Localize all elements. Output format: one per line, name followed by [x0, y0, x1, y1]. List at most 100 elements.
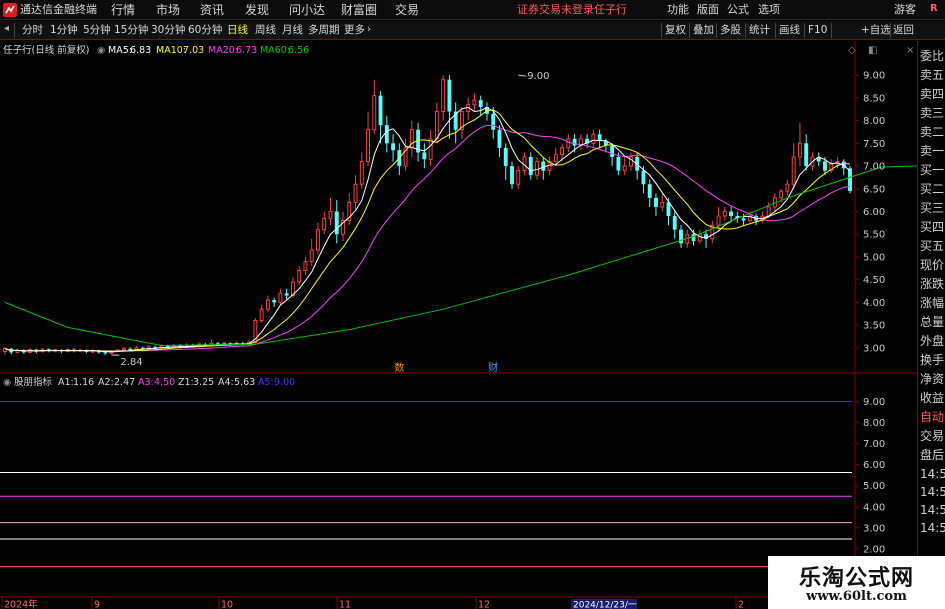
period-toolbar: ◂ 分时 1分钟 5分钟 15分钟 30分钟 60分钟 日线 周线 月线 多周期… [0, 21, 945, 40]
add-favorite-button[interactable]: +自选 [861, 24, 891, 37]
r-badge: R [930, 3, 938, 14]
more-chevron-icon[interactable]: › [367, 24, 371, 35]
price-tick-label: 5.00 [863, 252, 885, 263]
quote-field-label: 自动 [920, 410, 945, 424]
menu-item-news[interactable]: 资讯 [200, 3, 224, 17]
time-tick-label: 11 [339, 600, 351, 609]
close-icon[interactable]: × [906, 45, 914, 56]
guest-user[interactable]: 游客 [894, 3, 916, 17]
event-marker[interactable]: 财 [488, 361, 498, 374]
period-tab-weekly[interactable]: 周线 [255, 24, 276, 37]
legend-collapse-icon[interactable]: ◉ [97, 45, 105, 56]
time-tick-label: 9 [94, 600, 100, 609]
candle-body-down [128, 348, 133, 351]
a4-label: A4: [218, 377, 234, 388]
candle-body-down [741, 218, 746, 221]
candle-body-up [265, 299, 270, 310]
period-tab-1min[interactable]: 1分钟 [50, 24, 78, 37]
quote-field-label: 涨幅 [920, 296, 945, 310]
price-tick-label: 7.50 [863, 139, 885, 150]
candle-body-down [647, 184, 652, 198]
adjust-button[interactable]: 复权 [665, 24, 686, 37]
quote-field-label: 买一 [920, 163, 945, 177]
quote-field-label: 现价 [920, 258, 945, 272]
back-arrow-icon[interactable]: ◂ [4, 23, 9, 34]
period-tab-daily[interactable]: 日线 [227, 24, 248, 37]
candle-body-up [322, 217, 327, 231]
time-tick-label: 10 [221, 600, 233, 609]
candle-body-up [278, 292, 283, 303]
indicator-collapse-icon[interactable]: ◉ [3, 377, 11, 388]
candle-body-down [422, 152, 427, 160]
candle-body-up [303, 260, 308, 272]
candle-body-up [697, 233, 702, 242]
candle-body-down [610, 145, 615, 157]
menu-item-wealth-circle[interactable]: 财富圈 [341, 3, 377, 17]
indicator-tick-label: 7.00 [863, 439, 885, 450]
cursor-date-label: 2024/12/23/一 [573, 601, 637, 609]
candle-body-down [848, 168, 852, 192]
menu-item-discover[interactable]: 发现 [245, 3, 269, 17]
candle-body-down [654, 197, 658, 207]
candle-body-up [372, 95, 377, 131]
a5-value: 9.00 [274, 377, 295, 388]
candle-body-down [616, 156, 621, 171]
z1-value: 3.25 [193, 377, 214, 388]
menu-item-trade[interactable]: 交易 [395, 3, 419, 17]
candle-body-up [535, 161, 539, 176]
candle-body-up [428, 138, 433, 160]
candle-body-down [503, 147, 508, 167]
stats-button[interactable]: 统计 [749, 24, 770, 37]
menu-function[interactable]: 功能 [667, 3, 689, 17]
period-tab-15min[interactable]: 15分钟 [114, 24, 148, 37]
quote-field-label: 14:56 [920, 467, 945, 481]
candle-body-down [572, 138, 577, 146]
kline-chart[interactable]: 任子行(日线 前复权) ◉ MA5: 6.83 MA10: 7.03 MA20:… [0, 41, 917, 609]
candle-body-up [591, 133, 596, 144]
settings-diamond-icon[interactable]: ◇ [848, 45, 856, 56]
trade-login-status[interactable]: 证券交易未登录 [517, 3, 594, 17]
indicator-tick-label: 6.00 [863, 460, 885, 471]
candle-body-up [797, 142, 802, 158]
candle-body-down [672, 216, 677, 230]
quote-field-label: 买三 [920, 201, 945, 215]
menu-formula[interactable]: 公式 [727, 3, 749, 17]
quote-side-panel: 委比 卖五 卖四 卖三 卖二 卖一 买一 买二 买三 买四 买五 现价 涨跌 涨幅 总量 外盘 换手 净资 收益 自动… [917, 41, 945, 609]
candle-body-down [384, 125, 389, 144]
pin-icon[interactable]: ◧ [868, 45, 877, 56]
period-tab-monthly[interactable]: 月线 [282, 24, 303, 37]
period-tab-multi[interactable]: 多周期 [308, 24, 340, 37]
candle-body-down [272, 300, 277, 303]
candle-body-up [722, 211, 727, 217]
event-marker[interactable]: 数 [394, 361, 404, 374]
period-tab-60min[interactable]: 60分钟 [188, 24, 222, 37]
stock-name-title: 任子行 [594, 3, 627, 16]
draw-line-button[interactable]: 画线 [779, 24, 800, 37]
candle-body-up [366, 129, 370, 163]
candle-body-up [716, 215, 721, 226]
multi-stock-button[interactable]: 多股 [720, 24, 741, 37]
return-button[interactable]: 返回 [893, 24, 914, 37]
price-tick-label: 3.50 [863, 321, 885, 332]
period-tab-5min[interactable]: 5分钟 [83, 24, 111, 37]
menu-item-ask-xiaoda[interactable]: 问小达 [289, 3, 325, 17]
candle-body-down [378, 95, 383, 126]
quote-field-label: 换手 [920, 353, 945, 367]
candle-body-down [447, 79, 452, 112]
candle-body-up [516, 170, 521, 185]
price-tick-label: 8.50 [863, 93, 885, 104]
quote-field-label: 14:56 [920, 503, 945, 517]
f10-button[interactable]: F10 [808, 24, 827, 37]
period-tab-30min[interactable]: 30分钟 [151, 24, 185, 37]
candle-body-up [791, 156, 796, 185]
quote-field-label: 净资 [920, 372, 945, 386]
period-tab-intraday[interactable]: 分时 [22, 24, 43, 37]
menu-item-quote[interactable]: 行情 [111, 3, 135, 17]
menu-options[interactable]: 选项 [758, 3, 780, 17]
candle-body-up [785, 183, 790, 192]
menu-item-market[interactable]: 市场 [156, 3, 180, 17]
period-tab-more[interactable]: 更多 [344, 24, 365, 37]
menu-layout[interactable]: 版面 [697, 3, 719, 17]
price-tick-label: 5.50 [863, 230, 885, 241]
overlay-button[interactable]: 叠加 [693, 24, 714, 37]
